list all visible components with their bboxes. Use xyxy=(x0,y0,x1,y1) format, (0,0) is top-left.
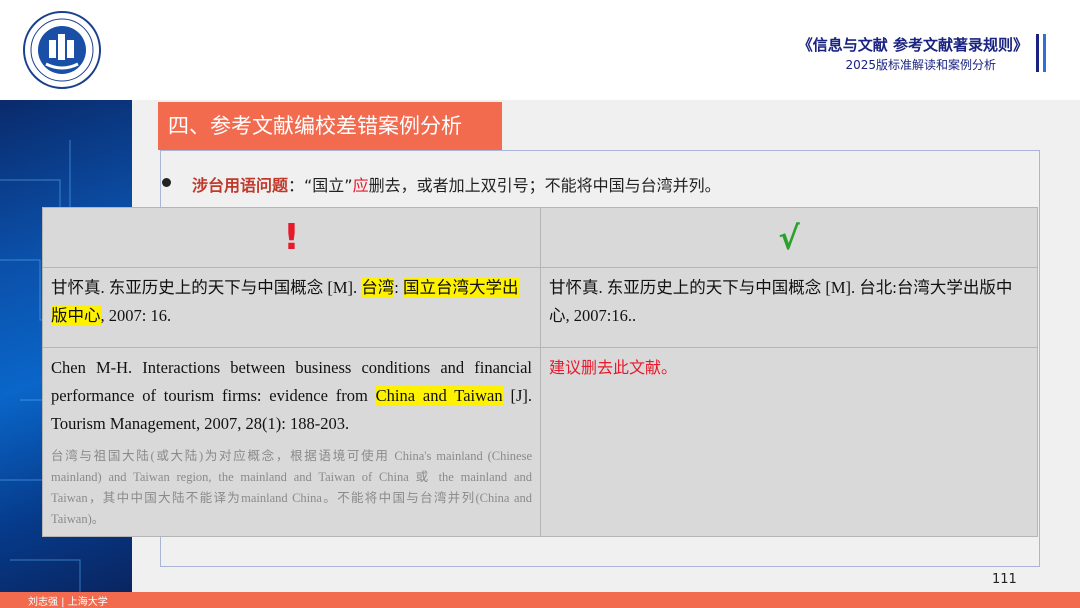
ref-text: 甘怀真. 东亚历史上的天下与中国概念 [M]. xyxy=(51,278,362,297)
table-header-row: ! √ xyxy=(42,207,1038,268)
university-seal-icon xyxy=(23,11,101,89)
ref-text: 甘怀真. 东亚历史上的天下与中国概念 [M]. 台北:台湾大学出版中心, 200… xyxy=(549,278,1013,325)
footer-author: 刘志强 | 上海大学 xyxy=(28,597,108,608)
suggestion-text: 建议删去此文献。 xyxy=(549,358,678,377)
header-accent-bar xyxy=(1036,34,1039,72)
top-header-bar: 《信息与文献 参考文献著录规则》 2025版标准解读和案例分析 xyxy=(0,0,1080,100)
table-row: Chen M-H. Interactions between business … xyxy=(42,347,1038,537)
ref-text: , 2007: 16. xyxy=(100,306,172,325)
correct-example-cell: 建议删去此文献。 xyxy=(540,347,1038,537)
bullet-point: 涉台用语问题：“国立”应删去，或者加上双引号；不能将中国与台湾并列。 xyxy=(192,172,721,196)
header-title: 《信息与文献 参考文献著录规则》 xyxy=(797,36,1028,54)
explanation-note: 台湾与祖国大陆(或大陆)为对应概念，根据语境可使用 China's mainla… xyxy=(51,449,532,526)
section-title: 四、参考文献编校差错案例分析 xyxy=(158,102,502,150)
checkmark-icon: √ xyxy=(778,218,800,257)
table-row: 甘怀真. 东亚历史上的天下与中国概念 [M]. 台湾: 国立台湾大学出版中心, … xyxy=(42,267,1038,348)
page-number: 111 xyxy=(992,572,1017,587)
wrong-example-cell: 甘怀真. 东亚历史上的天下与中国概念 [M]. 台湾: 国立台湾大学出版中心, … xyxy=(42,267,541,348)
correct-example-cell: 甘怀真. 东亚历史上的天下与中国概念 [M]. 台北:台湾大学出版中心, 200… xyxy=(540,267,1038,348)
ref-text: : xyxy=(394,278,404,297)
footer-bar: 刘志强 | 上海大学 xyxy=(0,592,1080,608)
highlighted-text: 台湾 xyxy=(361,278,395,297)
bullet-icon xyxy=(162,178,171,187)
header-cell-wrong: ! xyxy=(42,207,541,268)
exclamation-icon: ! xyxy=(283,216,300,258)
comparison-table: ! √ 甘怀真. 东亚历史上的天下与中国概念 [M]. 台湾: 国立台湾大学出版… xyxy=(42,207,1038,537)
bullet-keyword: 涉台用语问题 xyxy=(192,176,289,195)
bullet-text-emphasis: 应 xyxy=(352,176,369,195)
header-accent-bar-light xyxy=(1043,34,1046,72)
wrong-example-cell: Chen M-H. Interactions between business … xyxy=(42,347,541,537)
bullet-text-a: ：“国立” xyxy=(288,176,353,195)
header-cell-right: √ xyxy=(540,207,1038,268)
highlighted-text: China and Taiwan xyxy=(375,386,503,405)
bullet-text-b: 删去，或者加上双引号；不能将中国与台湾并列。 xyxy=(368,176,721,195)
header-subtitle: 2025版标准解读和案例分析 xyxy=(845,58,996,72)
